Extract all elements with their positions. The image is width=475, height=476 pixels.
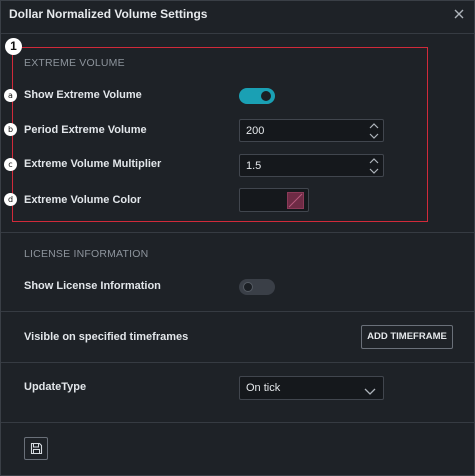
period-extreme-volume-input[interactable]: 200	[239, 119, 384, 142]
extreme-volume-multiplier-label: Extreme Volume Multiplier	[24, 158, 162, 170]
period-value: 200	[246, 125, 265, 137]
color-swatch	[287, 192, 304, 209]
multiplier-value: 1.5	[246, 160, 262, 172]
marker-b: b	[4, 123, 17, 136]
section-divider	[1, 232, 474, 233]
extreme-volume-multiplier-input[interactable]: 1.5	[239, 154, 384, 177]
toggle-knob	[243, 282, 253, 292]
title-bar: Dollar Normalized Volume Settings	[1, 1, 474, 27]
settings-dialog: Dollar Normalized Volume Settings 1 EXTR…	[0, 0, 475, 476]
show-extreme-volume-label: Show Extreme Volume	[24, 89, 142, 101]
extreme-volume-color-label: Extreme Volume Color	[24, 194, 142, 206]
dialog-title: Dollar Normalized Volume Settings	[9, 7, 208, 21]
add-timeframe-button[interactable]: ADD TIMEFRAME	[361, 325, 453, 349]
marker-a: a	[4, 89, 17, 102]
save-icon	[30, 442, 43, 460]
title-divider	[1, 33, 474, 34]
extreme-volume-color-picker[interactable]	[239, 188, 309, 212]
section-divider	[1, 362, 474, 363]
update-type-label: UpdateType	[24, 381, 87, 393]
save-button[interactable]	[24, 437, 48, 460]
section-divider	[1, 311, 474, 312]
spinner-arrows-icon[interactable]	[368, 122, 380, 140]
show-license-label: Show License Information	[24, 280, 161, 292]
footer-divider	[1, 422, 474, 423]
marker-c: c	[4, 158, 17, 171]
timeframes-label: Visible on specified timeframes	[24, 331, 189, 343]
update-type-select[interactable]: On tick	[239, 376, 384, 400]
callout-badge: 1	[5, 38, 22, 55]
marker-d: d	[4, 193, 17, 206]
update-type-value: On tick	[246, 382, 281, 394]
show-license-toggle[interactable]	[239, 279, 275, 295]
spinner-arrows-icon[interactable]	[368, 157, 380, 175]
section-heading-extreme-volume: EXTREME VOLUME	[24, 57, 125, 69]
toggle-knob	[261, 91, 271, 101]
close-icon[interactable]	[453, 7, 465, 19]
show-extreme-volume-toggle[interactable]	[239, 88, 275, 104]
chevron-down-icon	[364, 384, 376, 395]
section-heading-license: LICENSE INFORMATION	[24, 248, 149, 260]
period-extreme-volume-label: Period Extreme Volume	[24, 124, 147, 136]
